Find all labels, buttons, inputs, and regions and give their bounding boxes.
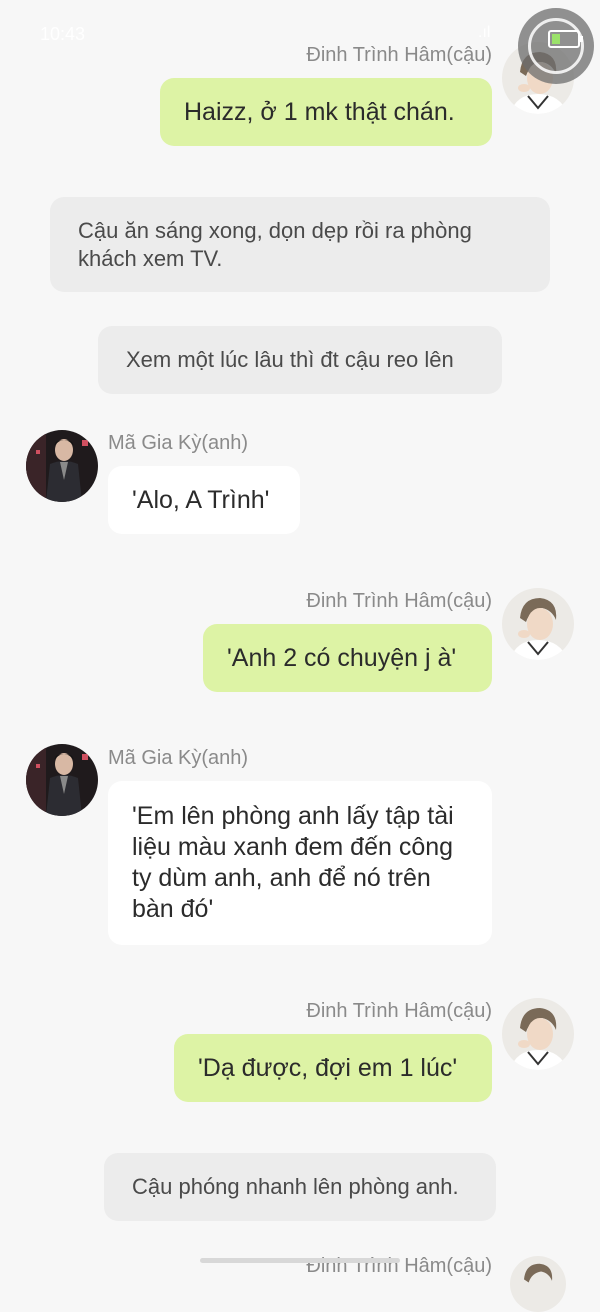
avatar[interactable] [502,588,574,660]
narration-box: Cậu ăn sáng xong, dọn dẹp rồi ra phòng k… [50,197,550,292]
avatar[interactable] [502,998,574,1070]
sender-name: Đinh Trình Hâm(cậu) [306,44,492,66]
signal-icon: .ıl [478,24,491,41]
narration-text: Cậu phóng nhanh lên phòng anh. [132,1174,459,1199]
message-text: 'Dạ được, đợi em 1 lúc' [198,1053,458,1082]
avatar[interactable] [26,430,98,502]
scroll-handle[interactable] [200,1258,400,1263]
man-avatar-icon [26,744,98,816]
message-bubble: Haizz, ở 1 mk thật chán. [160,78,492,146]
narration-text: Xem một lúc lâu thì đt cậu reo lên [126,347,454,372]
narration-text: Cậu ăn sáng xong, dọn dẹp rồi ra phòng k… [78,217,472,271]
boy-avatar-icon [510,1256,566,1312]
sender-name: Mã Gia Kỳ(anh) [108,432,249,454]
message-text: 'Em lên phòng anh lấy tập tài liệu màu x… [132,802,454,923]
boy-avatar-icon [502,588,574,660]
message-text: 'Alo, A Trình' [132,485,270,514]
avatar[interactable] [26,744,98,816]
sender-name: Đinh Trình Hâm(cậu) [306,590,492,612]
narration-box: Cậu phóng nhanh lên phòng anh. [104,1153,496,1221]
message-bubble: 'Em lên phòng anh lấy tập tài liệu màu x… [108,781,492,945]
sender-name: Đinh Trình Hâm(cậu) [306,1000,492,1022]
boy-avatar-icon [502,998,574,1070]
message-text: 'Anh 2 có chuyện j à' [227,643,457,672]
message-bubble: 'Anh 2 có chuyện j à' [203,624,492,692]
message-text: Haizz, ở 1 mk thật chán. [184,97,455,126]
narration-box: Xem một lúc lâu thì đt cậu reo lên [98,326,502,394]
battery-icon [548,30,583,48]
message-bubble: 'Dạ được, đợi em 1 lúc' [174,1034,492,1102]
man-avatar-icon [26,430,98,502]
sender-name: Mã Gia Kỳ(anh) [108,747,249,769]
avatar[interactable] [510,1256,566,1312]
status-time: 10:43 [40,24,86,44]
message-bubble: 'Alo, A Trình' [108,466,300,534]
